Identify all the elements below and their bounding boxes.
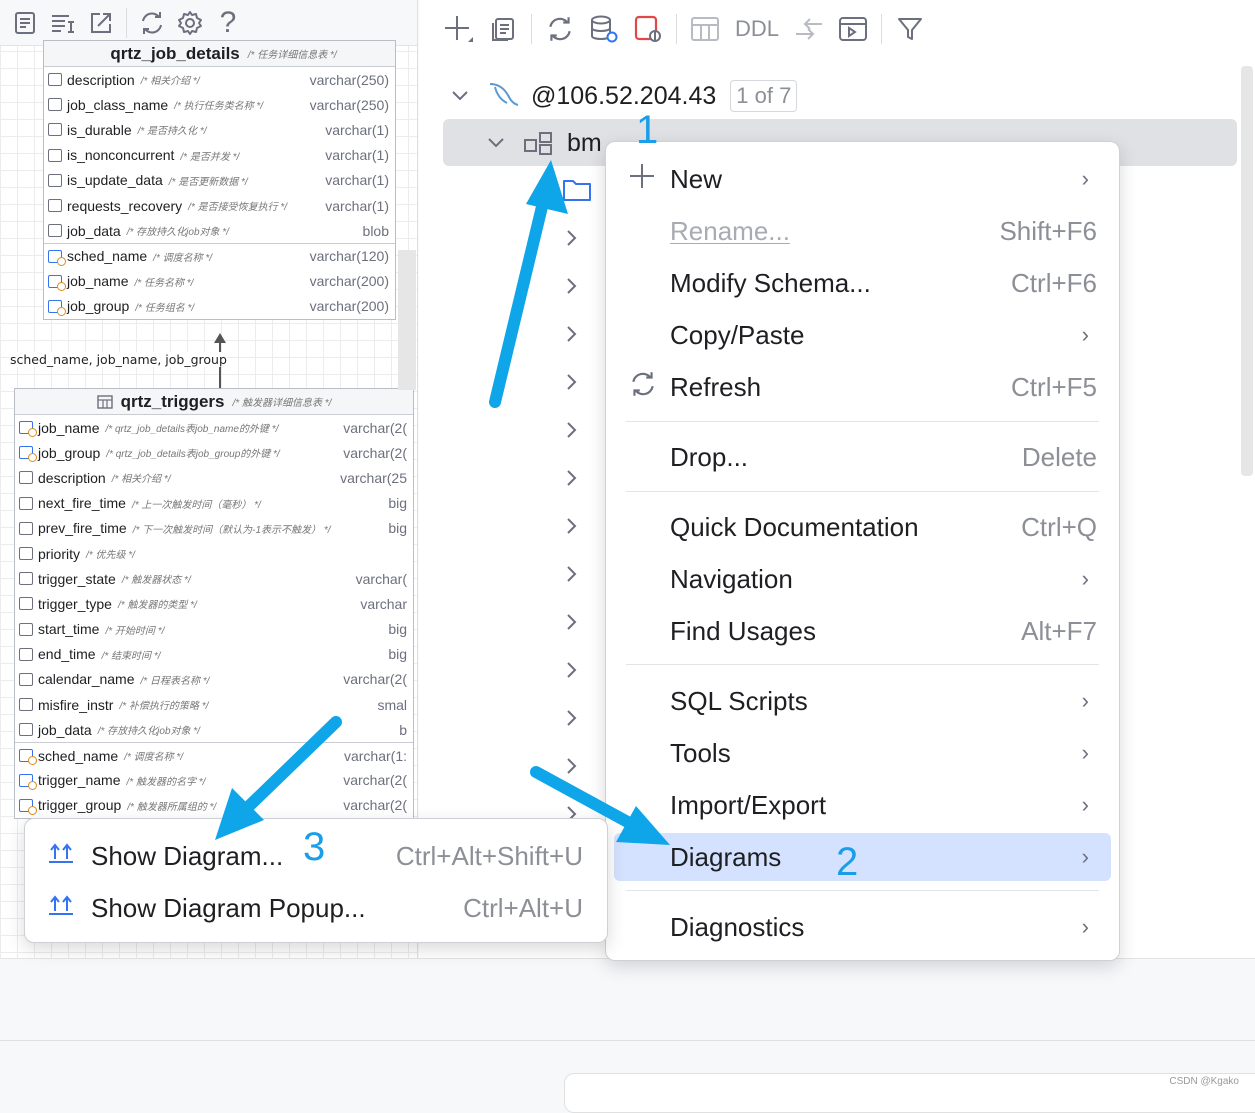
arrow-1	[495, 160, 568, 402]
arrow-3	[215, 722, 336, 840]
arrow-2	[536, 772, 670, 845]
annotation-step-1: 1	[636, 108, 658, 153]
annotation-step-3: 3	[303, 825, 325, 870]
annotation-step-2: 2	[836, 840, 858, 885]
annotation-arrows	[0, 0, 1255, 1097]
